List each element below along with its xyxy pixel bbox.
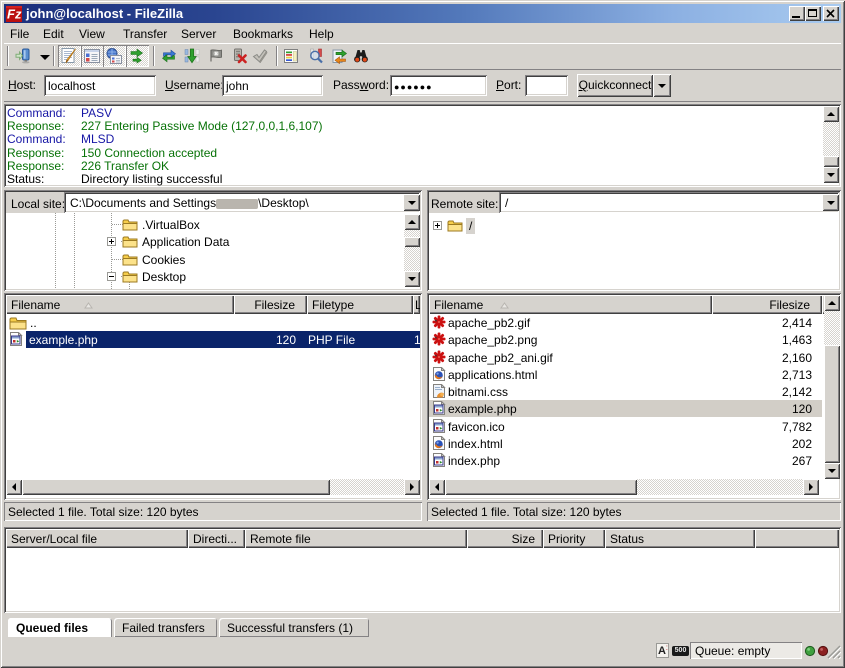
svg-text:Fz: Fz (7, 6, 22, 21)
